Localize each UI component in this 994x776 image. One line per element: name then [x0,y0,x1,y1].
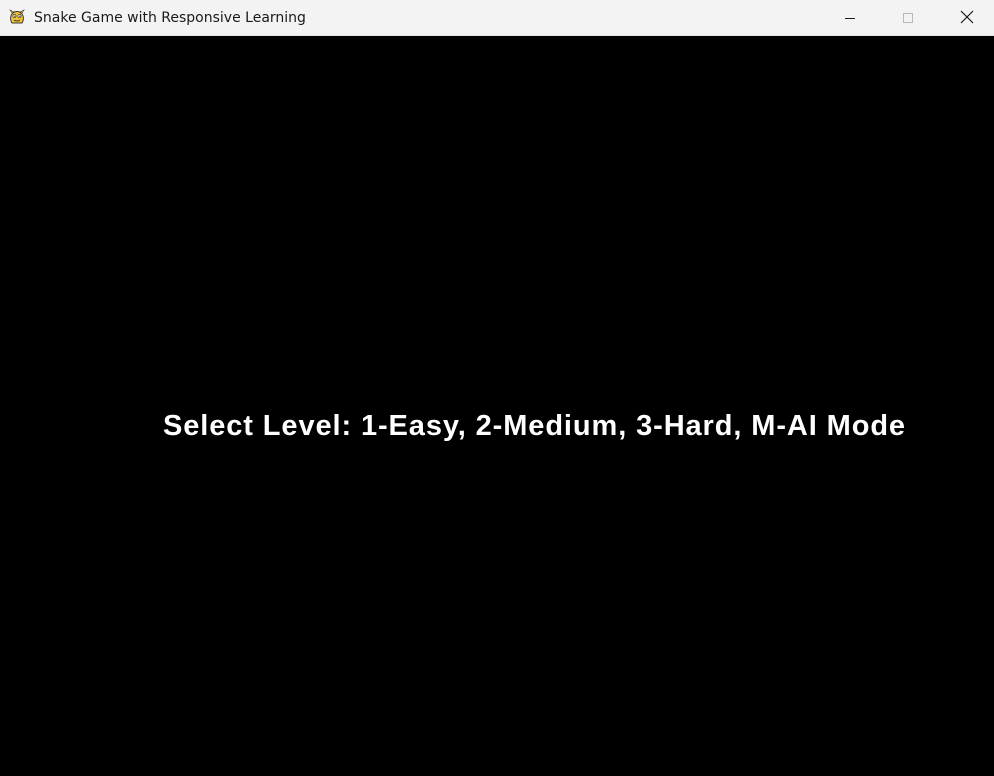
maximize-button[interactable] [885,0,931,36]
close-button[interactable] [944,0,990,36]
minimize-icon [844,9,856,28]
window-title: Snake Game with Responsive Learning [34,10,306,26]
pygame-snake-icon [8,8,26,26]
app-window: Snake Game with Responsive Learning Sele… [0,0,994,776]
game-canvas[interactable]: Select Level: 1-Easy, 2-Medium, 3-Hard, … [0,37,994,776]
title-bar[interactable]: Snake Game with Responsive Learning [0,0,994,36]
level-select-prompt: Select Level: 1-Easy, 2-Medium, 3-Hard, … [163,410,906,442]
minimize-button[interactable] [827,0,873,36]
close-icon [960,9,974,28]
maximize-icon [902,9,914,28]
